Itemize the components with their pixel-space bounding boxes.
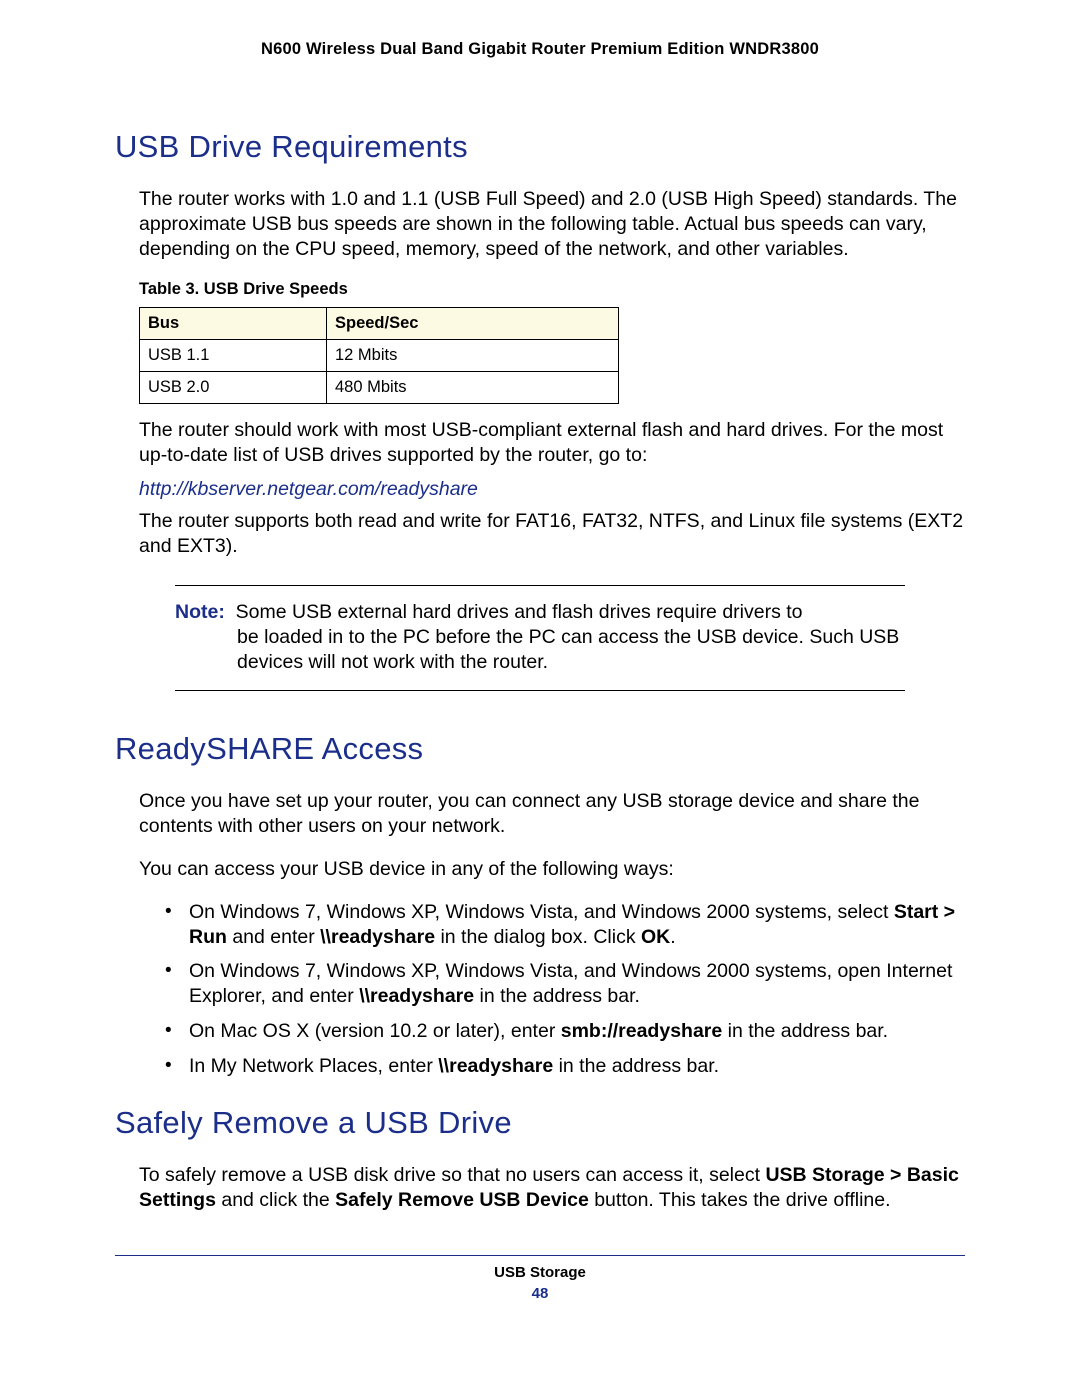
paragraph-readyshare-2: You can access your USB device in any of…: [139, 857, 965, 882]
footer-rule: [115, 1255, 965, 1256]
text: On Windows 7, Windows XP, Windows Vista,…: [189, 901, 894, 923]
note-label: Note:: [175, 601, 225, 623]
text: button. This takes the drive offline.: [589, 1189, 891, 1211]
table-header-bus: Bus: [140, 307, 327, 339]
text: On Mac OS X (version 10.2 or later), ent…: [189, 1020, 561, 1042]
bold-text: \\readyshare: [359, 985, 474, 1007]
table-row: USB 1.1 12 Mbits: [140, 339, 619, 371]
table-row: USB 2.0 480 Mbits: [140, 371, 619, 403]
text: in the address bar.: [553, 1055, 719, 1077]
paragraph-filesystems: The router supports both read and write …: [139, 509, 965, 559]
note-text-line1: Some USB external hard drives and flash …: [236, 601, 803, 623]
heading-safely-remove: Safely Remove a USB Drive: [115, 1105, 965, 1141]
heading-readyshare: ReadySHARE Access: [115, 731, 965, 767]
paragraph-usb-intro: The router works with 1.0 and 1.1 (USB F…: [139, 187, 965, 262]
text: in the address bar.: [474, 985, 640, 1007]
access-methods-list: On Windows 7, Windows XP, Windows Vista,…: [115, 900, 965, 1080]
text: and click the: [216, 1189, 335, 1211]
list-item: In My Network Places, enter \\readyshare…: [165, 1054, 965, 1079]
document-header: N600 Wireless Dual Band Gigabit Router P…: [115, 40, 965, 59]
paragraph-safely-remove: To safely remove a USB disk drive so tha…: [139, 1163, 965, 1213]
bold-text: OK: [641, 926, 670, 948]
paragraph-readyshare-1: Once you have set up your router, you ca…: [139, 789, 965, 839]
footer-page-number: 48: [532, 1285, 549, 1302]
list-item: On Windows 7, Windows XP, Windows Vista,…: [165, 900, 965, 950]
table-cell: USB 1.1: [140, 339, 327, 371]
page: N600 Wireless Dual Band Gigabit Router P…: [0, 0, 1080, 1332]
list-item: On Windows 7, Windows XP, Windows Vista,…: [165, 959, 965, 1009]
table-header-row: Bus Speed/Sec: [140, 307, 619, 339]
heading-usb-requirements: USB Drive Requirements: [115, 129, 965, 165]
list-item: On Mac OS X (version 10.2 or later), ent…: [165, 1019, 965, 1044]
note-text-rest: be loaded in to the PC before the PC can…: [175, 625, 905, 676]
text: in the address bar.: [722, 1020, 888, 1042]
footer-title: USB Storage: [115, 1264, 965, 1281]
table-cell: 480 Mbits: [327, 371, 619, 403]
paragraph-after-table: The router should work with most USB-com…: [139, 418, 965, 468]
note-block: Note: Some USB external hard drives and …: [175, 585, 905, 691]
text: To safely remove a USB disk drive so tha…: [139, 1164, 765, 1186]
readyshare-link[interactable]: http://kbserver.netgear.com/readyshare: [139, 478, 965, 501]
page-footer: USB Storage 48: [115, 1264, 965, 1302]
table-caption: Table 3. USB Drive Speeds: [139, 280, 965, 299]
bold-text: smb://readyshare: [561, 1020, 723, 1042]
bold-text: \\readyshare: [320, 926, 435, 948]
table-cell: 12 Mbits: [327, 339, 619, 371]
text: In My Network Places, enter: [189, 1055, 438, 1077]
text: in the dialog box. Click: [435, 926, 641, 948]
bold-text: \\readyshare: [438, 1055, 553, 1077]
table-cell: USB 2.0: [140, 371, 327, 403]
table-usb-speeds: Bus Speed/Sec USB 1.1 12 Mbits USB 2.0 4…: [139, 307, 619, 404]
text: .: [670, 926, 675, 948]
bold-text: Safely Remove USB Device: [335, 1189, 589, 1211]
table-header-speed: Speed/Sec: [327, 307, 619, 339]
text: and enter: [227, 926, 320, 948]
